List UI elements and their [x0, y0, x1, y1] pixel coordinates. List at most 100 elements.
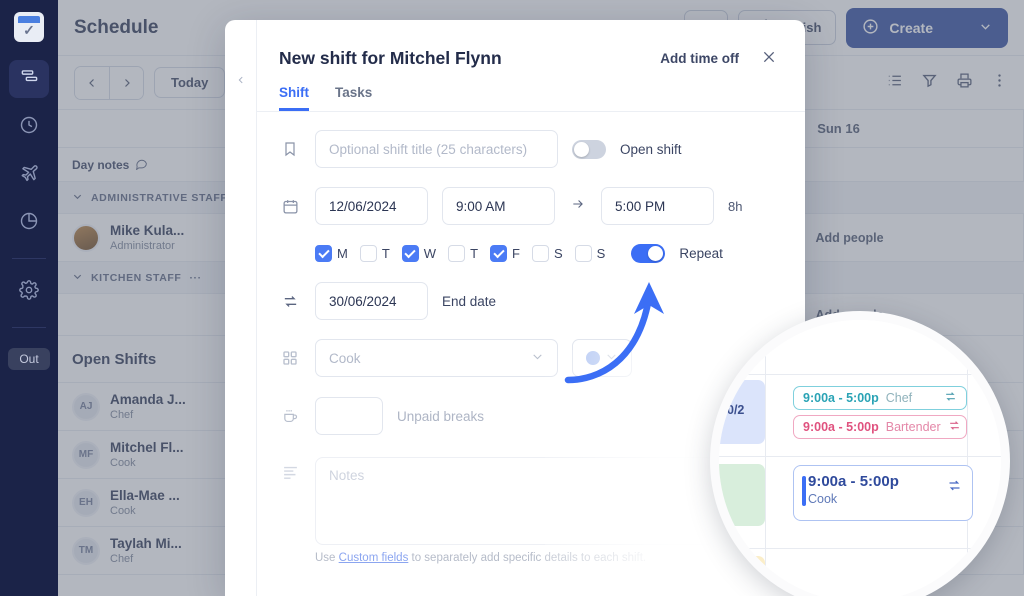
app-root: Schedule Publ — [0, 0, 1024, 596]
modal-tabs: Shift Tasks — [257, 69, 805, 112]
sidebar-item-leave[interactable] — [9, 156, 49, 194]
modal-collapse-button[interactable] — [225, 20, 257, 596]
end-date-input[interactable]: 30/06/2024 — [315, 282, 428, 320]
repeat-label: Repeat — [679, 246, 723, 261]
repeat-icon — [279, 293, 301, 310]
shift-title-input[interactable]: Optional shift title (25 characters) — [315, 130, 558, 168]
day-letter: M — [337, 246, 348, 261]
chevron-down-icon — [531, 350, 544, 366]
unpaid-breaks-label: Unpaid breaks — [397, 409, 484, 424]
day-checkbox-sat[interactable]: S — [532, 245, 563, 262]
notes-textarea[interactable]: Notes — [315, 457, 715, 545]
add-time-off-button[interactable]: Add time off — [660, 51, 739, 66]
shift-duration: 8h — [728, 199, 742, 214]
gear-icon — [19, 280, 39, 305]
role-value: Cook — [329, 351, 361, 366]
tab-tasks[interactable]: Tasks — [335, 85, 372, 111]
shift-card-cook[interactable]: 9:00a - 5:00p Cook — [793, 465, 973, 521]
shift-date-input[interactable]: 12/06/2024 — [315, 187, 428, 225]
card-role: Cook — [808, 492, 962, 506]
checkbox[interactable] — [402, 245, 419, 262]
grid-line — [765, 320, 766, 596]
close-icon[interactable] — [761, 49, 777, 69]
chip-role: Bartender — [886, 420, 941, 434]
modal-title: New shift for Mitchel Flynn — [279, 48, 502, 69]
start-time-input[interactable]: 9:00 AM — [442, 187, 555, 225]
day-checkbox-tue[interactable]: T — [360, 245, 390, 262]
repeat-days-row: M T W T — [279, 244, 783, 263]
repeat-toggle[interactable] — [631, 244, 665, 263]
arrow-right-icon — [569, 197, 587, 215]
repeat-icon — [944, 390, 957, 406]
repeat-icon — [948, 419, 961, 435]
end-date-row: 30/06/2024 End date — [279, 282, 783, 320]
day-letter: W — [424, 246, 436, 261]
day-letter: S — [597, 246, 606, 261]
grid-line — [719, 374, 1001, 375]
chevron-down-icon — [605, 350, 618, 366]
day-letter: F — [512, 246, 520, 261]
plane-icon — [19, 163, 39, 188]
left-nav-rail: ✓ — [0, 0, 58, 596]
open-shift-count-label: 0/2 — [727, 403, 744, 417]
day-letter: S — [554, 246, 563, 261]
day-checkbox-wed[interactable]: W — [402, 245, 436, 262]
custom-fields-link[interactable]: Custom fields — [339, 552, 409, 564]
checkbox[interactable] — [315, 245, 332, 262]
breaks-row: Unpaid breaks — [279, 397, 783, 435]
notes-row: Notes — [279, 457, 783, 545]
day-letter: T — [382, 246, 390, 261]
checkbox[interactable] — [360, 245, 377, 262]
day-checkbox-mon[interactable]: M — [315, 245, 348, 262]
notes-lines-icon — [279, 457, 301, 545]
clock-icon — [19, 115, 39, 140]
end-time-input[interactable]: 5:00 PM — [601, 187, 714, 225]
shift-badge[interactable] — [710, 556, 765, 584]
shift-chip-bartender[interactable]: 9:00a - 5:00p Bartender — [793, 415, 967, 439]
hint-prefix: Use — [315, 552, 339, 564]
modal-header: New shift for Mitchel Flynn Add time off — [257, 20, 805, 69]
card-time: 9:00a - 5:00p — [808, 473, 962, 490]
schedule-bars-icon — [20, 67, 39, 91]
grid-line — [719, 548, 1001, 549]
color-swatch — [586, 351, 600, 365]
date-time-row: 12/06/2024 9:00 AM 5:00 PM 8h — [279, 187, 783, 225]
chip-role: Chef — [886, 391, 912, 405]
shift-chip-chef[interactable]: 9:00a - 5:00p Chef — [793, 386, 967, 410]
sidebar-item-settings[interactable] — [9, 273, 49, 311]
sidebar-item-reports[interactable] — [9, 204, 49, 242]
unpaid-breaks-input[interactable] — [315, 397, 383, 435]
color-select[interactable] — [572, 339, 632, 377]
grid-line — [967, 320, 968, 596]
magnified-calendar: 0/2 9:00a - 5:00p Chef 9:00a - 5:00p Bar… — [719, 320, 1001, 596]
day-checkbox-thu[interactable]: T — [448, 245, 478, 262]
grid-line — [719, 456, 1001, 457]
chevron-left-icon — [236, 72, 246, 596]
day-letter: T — [470, 246, 478, 261]
grid-icon — [279, 350, 301, 366]
hint-suffix: to separately add specific details to ea… — [408, 552, 646, 564]
calendar-icon — [279, 198, 301, 215]
checkbox[interactable] — [448, 245, 465, 262]
tab-shift[interactable]: Shift — [279, 85, 309, 111]
checkbox[interactable] — [490, 245, 507, 262]
day-checkbox-fri[interactable]: F — [490, 245, 520, 262]
calendar-check-logo[interactable]: ✓ — [14, 12, 44, 42]
open-shift-label: Open shift — [620, 142, 682, 157]
checkbox[interactable] — [575, 245, 592, 262]
custom-fields-hint: Use Custom fields to separately add spec… — [315, 552, 783, 564]
rail-divider — [12, 258, 46, 259]
chip-time: 9:00a - 5:00p — [803, 420, 879, 434]
checkbox[interactable] — [532, 245, 549, 262]
role-row: Cook — [279, 339, 783, 377]
role-select[interactable]: Cook — [315, 339, 558, 377]
repeat-days-group: M T W T — [315, 245, 617, 262]
chip-time: 9:00a - 5:00p — [803, 391, 879, 405]
shift-badge[interactable] — [710, 464, 765, 526]
status-badge[interactable]: Out — [8, 348, 49, 370]
sidebar-item-schedule[interactable] — [9, 60, 49, 98]
bookmark-icon — [279, 140, 301, 158]
open-shift-toggle[interactable] — [572, 140, 606, 159]
sidebar-item-timeclock[interactable] — [9, 108, 49, 146]
day-checkbox-sun[interactable]: S — [575, 245, 606, 262]
